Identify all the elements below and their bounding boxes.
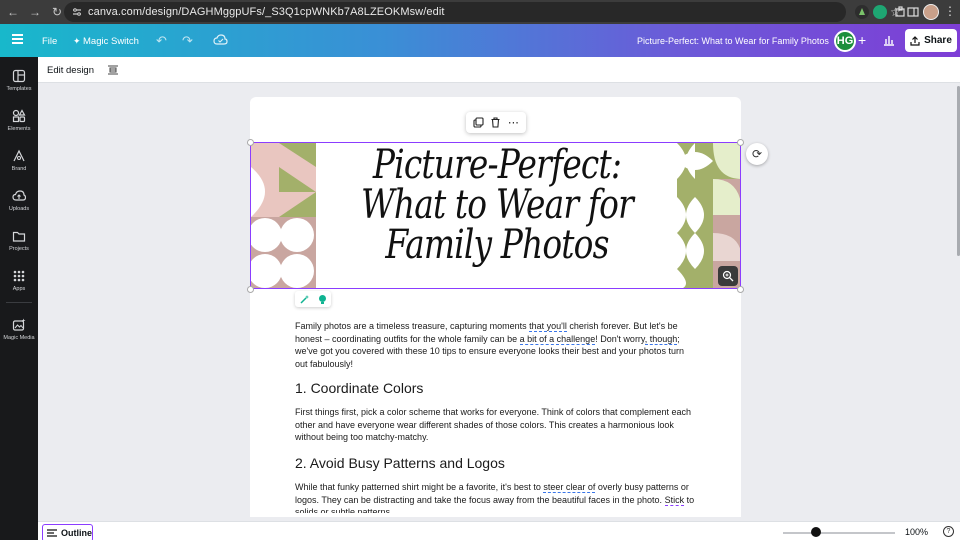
- banner-title-text[interactable]: Picture-Perfect: What to Wear for Family…: [349, 145, 644, 265]
- spellcheck-underline[interactable]: that you'll: [529, 321, 567, 332]
- title-banner[interactable]: Picture-Perfect: What to Wear for Family…: [250, 142, 741, 289]
- spellcheck-underline[interactable]: Stick: [664, 494, 685, 506]
- back-icon[interactable]: ←: [4, 3, 22, 21]
- text-run: Family photos are a timeless treasure, c…: [295, 321, 530, 331]
- resize-handle-top-right[interactable]: [737, 139, 744, 146]
- site-settings-icon[interactable]: [72, 7, 82, 17]
- sidebar-label: Uploads: [8, 206, 30, 212]
- zoom-slider-knob[interactable]: [811, 527, 821, 537]
- zoom-percent[interactable]: 100%: [905, 527, 928, 537]
- sidebar-item-brand[interactable]: Brand: [0, 145, 38, 179]
- sidepanel-icon[interactable]: [906, 5, 920, 19]
- magic-edit-icon[interactable]: [299, 294, 310, 305]
- sidebar-item-apps[interactable]: Apps: [0, 265, 38, 299]
- share-button[interactable]: Share: [905, 29, 957, 52]
- extension-icon[interactable]: [855, 5, 869, 19]
- sidebar-label: Projects: [9, 246, 29, 252]
- help-icon[interactable]: ?: [943, 526, 954, 537]
- browser-chrome: ← → ↻ canva.com/design/DAGHMggpUFs/_S3Q1…: [0, 0, 960, 24]
- spellcheck-underline[interactable]: steer clear of: [543, 482, 596, 493]
- rotate-icon[interactable]: ⟳: [746, 143, 768, 165]
- sidebar-label: Apps: [12, 286, 26, 292]
- section-heading[interactable]: 1. Coordinate Colors: [295, 380, 423, 396]
- undo-icon[interactable]: ↶: [156, 33, 167, 49]
- insights-chart-icon[interactable]: [882, 33, 896, 47]
- spellcheck-underline[interactable]: a bit of a challenge: [519, 333, 596, 345]
- section-paragraph[interactable]: First things first, pick a color scheme …: [295, 406, 697, 444]
- magic-tools-bar: [295, 291, 331, 307]
- section-paragraph[interactable]: While that funky patterned shirt might b…: [295, 481, 697, 513]
- sidebar-label: Elements: [7, 126, 31, 132]
- context-bar: Edit design: [38, 57, 960, 83]
- grammarly-icon[interactable]: [873, 5, 887, 19]
- text-run: ! Don't worry: [595, 333, 645, 344]
- more-options-icon[interactable]: ⋯: [508, 116, 519, 129]
- design-title[interactable]: Picture-Perfect: What to Wear for Family…: [637, 36, 829, 46]
- outline-list-icon: [47, 529, 57, 537]
- outline-button[interactable]: Outline: [42, 524, 93, 540]
- sidebar-item-magic-media[interactable]: Magic Media: [0, 314, 38, 348]
- sidebar-item-uploads[interactable]: Uploads: [0, 185, 38, 219]
- apps-grid-icon: [13, 270, 25, 282]
- forward-icon[interactable]: →: [26, 3, 44, 21]
- duplicate-icon[interactable]: [473, 117, 484, 128]
- sidebar-label: Brand: [11, 166, 27, 172]
- user-avatar[interactable]: HG: [834, 30, 856, 52]
- sidebar-item-elements[interactable]: Elements: [0, 105, 38, 139]
- redo-icon[interactable]: ↷: [182, 33, 193, 49]
- zoom-slider-track[interactable]: [783, 532, 895, 534]
- cloud-save-icon[interactable]: [213, 34, 228, 46]
- ai-assist-icon[interactable]: [317, 294, 328, 305]
- templates-icon: [12, 69, 26, 83]
- magic-switch-sparkle-icon: ✦: [73, 36, 81, 46]
- section-heading[interactable]: 2. Avoid Busy Patterns and Logos: [295, 455, 505, 471]
- uploads-cloud-icon: [12, 190, 26, 201]
- address-bar[interactable]: canva.com/design/DAGHMggpUFs/_S3Q1cpWNKb…: [64, 2, 901, 22]
- elements-icon: [12, 109, 26, 123]
- magic-switch-button[interactable]: Magic Switch: [83, 36, 139, 47]
- projects-folder-icon: [12, 231, 26, 242]
- menu-icon[interactable]: [12, 34, 23, 44]
- element-floating-toolbar: ⋯: [466, 112, 526, 133]
- intro-paragraph[interactable]: Family photos are a timeless treasure, c…: [295, 320, 697, 370]
- extensions-puzzle-icon[interactable]: [893, 5, 907, 19]
- text-run: While that funky patterned shirt might b…: [295, 482, 544, 492]
- add-collaborator-icon[interactable]: +: [858, 32, 866, 48]
- trash-icon[interactable]: [490, 117, 501, 128]
- sidebar-label: Templates: [6, 86, 32, 92]
- magic-media-icon: [12, 318, 26, 331]
- brand-icon: [13, 149, 25, 162]
- left-sidebar: Templates Elements Brand Uploads Project…: [0, 57, 38, 540]
- file-menu-button[interactable]: File: [42, 36, 57, 47]
- profile-avatar[interactable]: [923, 4, 939, 20]
- share-upload-icon: [910, 35, 920, 46]
- sidebar-divider: [6, 302, 32, 303]
- url-text: canva.com/design/DAGHMggpUFs/_S3Q1cpWNKb…: [88, 6, 445, 18]
- resize-handle-bottom-right[interactable]: [737, 286, 744, 293]
- spellcheck-underline[interactable]: , though: [644, 333, 678, 345]
- sidebar-item-templates[interactable]: Templates: [0, 65, 38, 99]
- edit-design-button[interactable]: Edit design: [47, 65, 94, 76]
- browser-menu-icon[interactable]: ⋮: [944, 4, 956, 18]
- zoom-in-icon[interactable]: [718, 266, 738, 286]
- share-label: Share: [924, 35, 952, 46]
- sidebar-item-projects[interactable]: Projects: [0, 225, 38, 259]
- sidebar-label: Magic Media: [3, 335, 35, 341]
- bottom-bar: Outline 100% ?: [38, 521, 960, 540]
- resize-handle-bottom-left[interactable]: [247, 286, 254, 293]
- outline-label: Outline: [61, 528, 92, 538]
- position-icon[interactable]: [107, 64, 119, 76]
- editor-toolbar: File ✦ Magic Switch ↶ ↷ Picture-Perfect:…: [0, 24, 960, 57]
- resize-handle-top-left[interactable]: [247, 139, 254, 146]
